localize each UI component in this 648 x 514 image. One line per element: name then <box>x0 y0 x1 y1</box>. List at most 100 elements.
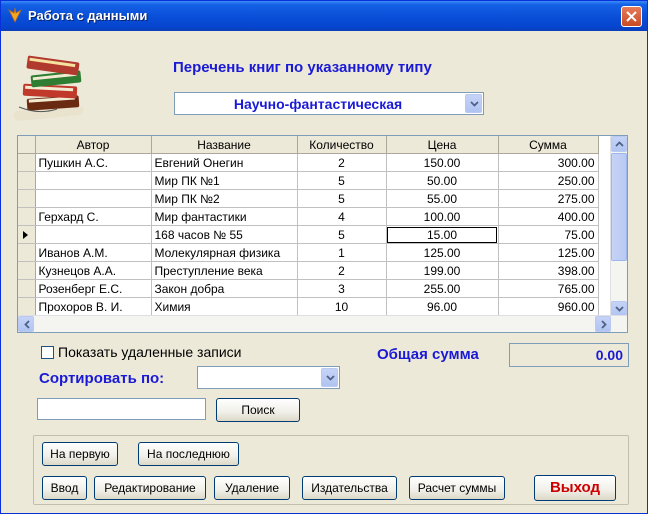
table-cell[interactable]: 2 <box>297 153 387 172</box>
table-cell[interactable]: 96.00 <box>386 297 499 316</box>
delete-button[interactable]: Удаление <box>214 476 290 500</box>
table-cell[interactable]: 50.00 <box>386 171 499 190</box>
table-cell[interactable]: 150.00 <box>386 153 499 172</box>
column-header[interactable]: Автор <box>35 136 152 154</box>
table-cell[interactable]: Химия <box>151 297 298 316</box>
column-header[interactable]: Название <box>151 136 298 154</box>
table-cell[interactable]: 75.00 <box>498 225 599 244</box>
table-cell[interactable]: Молекулярная физика <box>151 243 298 262</box>
table-cell[interactable]: 5 <box>297 225 387 244</box>
table-cell[interactable]: Преступление века <box>151 261 298 280</box>
table-row[interactable]: Кузнецов А.А. Преступление века 2 199.00 398… <box>18 261 599 280</box>
table-cell[interactable] <box>35 189 152 208</box>
search-button[interactable]: Поиск <box>216 398 300 422</box>
table-cell[interactable]: Закон добра <box>151 279 298 298</box>
scroll-left-button[interactable] <box>18 316 34 332</box>
row-indicator[interactable] <box>18 225 36 244</box>
row-indicator-header <box>18 136 36 154</box>
table-cell[interactable]: 960.00 <box>498 297 599 316</box>
table-cell[interactable]: 168 часов № 55 <box>151 225 298 244</box>
row-indicator[interactable] <box>18 279 36 298</box>
publishers-button[interactable]: Издательства <box>302 476 397 500</box>
table-row[interactable]: Прохоров В. И. Химия 10 96.00 960.00 <box>18 297 599 316</box>
show-deleted-label[interactable]: Показать удаленные записи <box>58 344 241 360</box>
sort-dropdown-button[interactable] <box>321 368 338 387</box>
table-cell[interactable]: Кузнецов А.А. <box>35 261 152 280</box>
row-indicator[interactable] <box>18 297 36 316</box>
close-icon <box>626 11 637 22</box>
close-button[interactable] <box>621 6 642 27</box>
table-row[interactable]: Герхард С. Мир фантастики 4 100.00 400.00 <box>18 207 599 226</box>
row-indicator[interactable] <box>18 261 36 280</box>
sort-select[interactable] <box>197 366 340 389</box>
table-cell[interactable]: 398.00 <box>498 261 599 280</box>
table-row[interactable]: Мир ПК №2 5 55.00 275.00 <box>18 189 599 208</box>
table-cell[interactable]: 125.00 <box>498 243 599 262</box>
table-cell[interactable]: 400.00 <box>498 207 599 226</box>
table-cell[interactable]: 275.00 <box>498 189 599 208</box>
edit-button[interactable]: Редактирование <box>94 476 206 500</box>
table-cell[interactable]: Евгений Онегин <box>151 153 298 172</box>
table-cell[interactable] <box>35 171 152 190</box>
input-button[interactable]: Ввод <box>42 476 87 500</box>
table-cell[interactable]: 250.00 <box>498 171 599 190</box>
table-cell[interactable]: 199.00 <box>386 261 499 280</box>
row-indicator[interactable] <box>18 189 36 208</box>
table-cell[interactable]: 5 <box>297 171 387 190</box>
row-indicator[interactable] <box>18 153 36 172</box>
table-cell[interactable]: 765.00 <box>498 279 599 298</box>
scroll-up-button[interactable] <box>611 136 627 152</box>
row-indicator[interactable] <box>18 243 36 262</box>
table-cell[interactable]: Прохоров В. И. <box>35 297 152 316</box>
column-header[interactable]: Цена <box>386 136 499 154</box>
total-sum-value: 0.00 <box>595 347 623 363</box>
horizontal-scrollbar[interactable] <box>18 315 627 332</box>
table-cell[interactable]: 100.00 <box>386 207 499 226</box>
search-input[interactable] <box>37 398 206 420</box>
app-icon <box>8 7 22 23</box>
table-cell[interactable]: 300.00 <box>498 153 599 172</box>
table-cell[interactable]: 4 <box>297 207 387 226</box>
table-cell[interactable]: Мир фантастики <box>151 207 298 226</box>
show-deleted-checkbox[interactable] <box>41 346 54 359</box>
column-header[interactable]: Количество <box>297 136 387 154</box>
table-cell[interactable]: Розенберг Е.С. <box>35 279 152 298</box>
table-cell[interactable]: 10 <box>297 297 387 316</box>
calc-sum-button[interactable]: Расчет суммы <box>409 476 505 500</box>
table-row[interactable]: Иванов А.М. Молекулярная физика 1 125.00 125… <box>18 243 599 262</box>
book-type-dropdown-button[interactable] <box>465 94 482 113</box>
table-cell[interactable]: Пушкин А.С. <box>35 153 152 172</box>
table-cell[interactable]: 125.00 <box>386 243 499 262</box>
table-cell[interactable]: 2 <box>297 261 387 280</box>
go-first-button[interactable]: На первую <box>42 442 118 466</box>
exit-button[interactable]: Выход <box>534 475 616 501</box>
table-row[interactable]: Пушкин А.С. Евгений Онегин 2 150.00 300.00 <box>18 153 599 172</box>
vertical-scrollbar[interactable] <box>610 136 627 317</box>
scroll-right-button[interactable] <box>595 316 611 332</box>
window-title: Работа с данными <box>28 8 148 23</box>
table-cell[interactable]: 3 <box>297 279 387 298</box>
table-cell[interactable]: Иванов А.М. <box>35 243 152 262</box>
vertical-scroll-thumb[interactable] <box>611 153 627 261</box>
total-sum-field: 0.00 <box>509 343 629 367</box>
table-cell[interactable]: 1 <box>297 243 387 262</box>
row-indicator[interactable] <box>18 171 36 190</box>
table-row[interactable]: 168 часов № 55 5 15.00 75.00 <box>18 225 599 244</box>
table-cell[interactable]: 255.00 <box>386 279 499 298</box>
table-cell[interactable]: 55.00 <box>386 189 499 208</box>
total-label: Общая сумма <box>377 346 479 363</box>
book-type-select[interactable]: Научно-фантастическая <box>174 92 484 115</box>
column-header[interactable]: Сумма <box>498 136 599 154</box>
books-grid[interactable]: Автор Название Количество Цена Сумма Пуш… <box>17 135 628 333</box>
table-cell[interactable]: Герхард С. <box>35 207 152 226</box>
table-cell[interactable] <box>35 225 152 244</box>
table-cell[interactable]: Мир ПК №2 <box>151 189 298 208</box>
table-cell[interactable]: Мир ПК №1 <box>151 171 298 190</box>
table-row[interactable]: Розенберг Е.С. Закон добра 3 255.00 765.00 <box>18 279 599 298</box>
row-indicator[interactable] <box>18 207 36 226</box>
table-cell[interactable]: 5 <box>297 189 387 208</box>
go-last-button[interactable]: На последнюю <box>138 442 239 466</box>
title-bar[interactable]: Работа с данными <box>1 1 647 31</box>
table-cell[interactable]: 15.00 <box>386 225 499 244</box>
table-row[interactable]: Мир ПК №1 5 50.00 250.00 <box>18 171 599 190</box>
